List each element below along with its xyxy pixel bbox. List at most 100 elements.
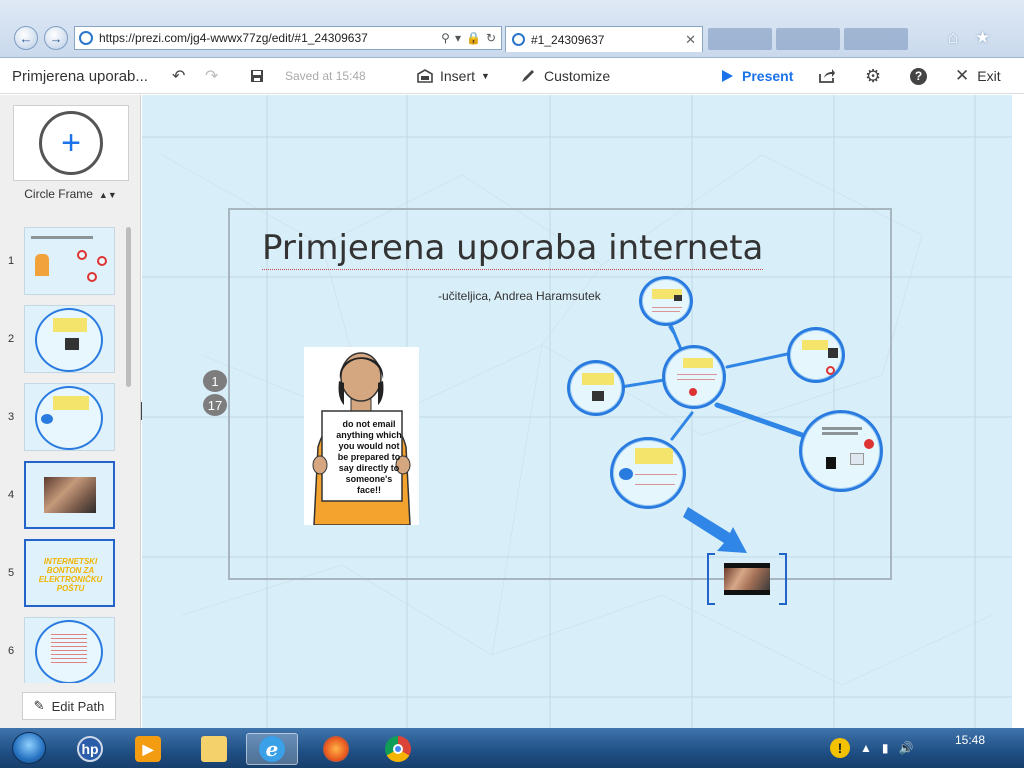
back-arrow-icon: ← xyxy=(19,30,33,46)
central-topic-circle[interactable] xyxy=(662,345,726,409)
system-tray: ! ▲ ▮ 🔊 xyxy=(830,728,1024,768)
frame-type-selector[interactable]: Circle Frame ▲▼ xyxy=(0,187,141,201)
edit-path-button[interactable]: ✎ Edit Path xyxy=(22,692,116,720)
undo-icon: ↶ xyxy=(172,68,186,85)
frame-thumbnail[interactable]: 2 xyxy=(0,305,125,375)
tab-favicon-icon xyxy=(512,33,525,46)
save-disk-icon xyxy=(251,70,263,82)
taskbar-clock[interactable]: 15:48 xyxy=(955,733,985,747)
taskbar-hp-app[interactable]: hp xyxy=(64,733,116,765)
edit-path-label: Edit Path xyxy=(51,698,105,714)
share-button[interactable] xyxy=(818,58,836,94)
chevron-down-icon: ▼ xyxy=(481,71,490,81)
frame-thumbnail[interactable]: 3 xyxy=(0,383,125,453)
presentation-title[interactable]: Primjerena uporab... xyxy=(12,58,148,94)
show-hidden-icons-icon[interactable]: ▲ xyxy=(860,741,872,755)
pencil-icon: ✎ xyxy=(33,698,45,713)
taskbar-internet-explorer[interactable]: e xyxy=(246,733,298,765)
up-down-arrows-icon: ▲▼ xyxy=(98,190,117,200)
hp-icon: hp xyxy=(77,736,103,762)
windows-taskbar: hp ▶ e ! ▲ ▮ 🔊 15:48 xyxy=(0,728,1024,768)
add-frame-button[interactable]: + xyxy=(13,105,129,181)
topic-circle[interactable] xyxy=(787,327,845,383)
thumbnail-preview: INTERNETSKI BONTON ZA ELEKTRONIČKU POŠTU xyxy=(24,539,115,607)
topic-circle[interactable] xyxy=(567,360,625,416)
taskbar-firefox[interactable] xyxy=(310,733,362,765)
insert-icon xyxy=(417,69,433,83)
thumbnail-preview xyxy=(24,461,115,529)
close-tab-icon[interactable]: ✕ xyxy=(685,32,696,48)
exit-button[interactable]: ✕ Exit xyxy=(955,58,1001,94)
search-icon[interactable]: ⚲ xyxy=(441,31,450,45)
frame-thumbnail[interactable]: 5 INTERNETSKI BONTON ZA ELEKTRONIČKU POŠ… xyxy=(0,539,125,609)
thumbnail-scrollbar[interactable] xyxy=(126,227,131,387)
insert-label: Insert xyxy=(440,68,476,84)
dropdown-icon[interactable]: ▾ xyxy=(455,31,461,45)
firefox-icon xyxy=(323,736,349,762)
gear-icon: ⚙ xyxy=(865,65,882,86)
frame-thumbnail[interactable]: 4 xyxy=(0,461,125,531)
start-button[interactable] xyxy=(12,732,46,764)
taskbar-chrome[interactable] xyxy=(372,733,424,765)
play-icon xyxy=(722,70,733,82)
frame-number: 6 xyxy=(8,645,15,657)
media-player-icon: ▶ xyxy=(135,736,161,762)
frames-sidebar: + Circle Frame ▲▼ 1 2 3 4 5 INTERNETSKI … xyxy=(0,95,141,728)
forward-button[interactable]: → xyxy=(44,26,68,50)
back-button[interactable]: ← xyxy=(14,26,38,50)
prezi-canvas[interactable]: Primjerena uporaba interneta -učiteljica… xyxy=(142,95,1012,728)
redo-icon: ↷ xyxy=(205,68,219,85)
insert-menu[interactable]: Insert ▼ xyxy=(416,58,490,94)
redo-button[interactable]: ↷ xyxy=(205,58,218,94)
video-frame[interactable] xyxy=(707,553,787,605)
taskbar-media-player[interactable]: ▶ xyxy=(122,733,174,765)
frame-number: 5 xyxy=(8,567,15,579)
thumbnail-preview xyxy=(24,383,115,451)
present-label: Present xyxy=(742,68,794,84)
favorites-star-icon[interactable]: ★ xyxy=(975,28,990,48)
home-icon[interactable]: ⌂ xyxy=(948,28,958,48)
network-icon[interactable]: ▮ xyxy=(882,741,889,755)
frame-type-label: Circle Frame xyxy=(24,187,93,201)
settings-button[interactable]: ⚙ xyxy=(865,58,881,94)
close-icon: ✕ xyxy=(955,66,970,85)
present-button[interactable]: Present xyxy=(720,58,793,94)
frame-thumbnail-list: 1 2 3 4 5 INTERNETSKI BONTON ZA ELEKTRON… xyxy=(0,223,141,683)
thumbnail-preview xyxy=(24,305,115,373)
browser-tab[interactable]: #1_24309637 ✕ xyxy=(505,26,703,52)
url-text[interactable]: https://prezi.com/jg4-wwwx77zg/edit/#1_2… xyxy=(99,31,441,45)
thumbnail-preview xyxy=(24,227,115,295)
other-tabs[interactable] xyxy=(708,28,908,50)
topic-circle[interactable] xyxy=(799,410,883,492)
action-center-warning-icon[interactable]: ! xyxy=(830,738,850,758)
folder-icon xyxy=(201,736,227,762)
saved-status: Saved at 15:48 xyxy=(285,69,366,83)
address-bar[interactable]: https://prezi.com/jg4-wwwx77zg/edit/#1_2… xyxy=(74,26,502,50)
save-button[interactable] xyxy=(250,58,264,94)
undo-button[interactable]: ↶ xyxy=(172,58,185,94)
frame-thumbnail[interactable]: 1 xyxy=(0,227,125,297)
frame-thumbnail[interactable]: 6 xyxy=(0,617,125,683)
topic-circle[interactable] xyxy=(639,276,693,326)
site-favicon-icon xyxy=(79,31,93,45)
forward-arrow-icon: → xyxy=(49,30,63,46)
lock-icon[interactable]: 🔒 xyxy=(466,31,481,45)
video-thumbnail xyxy=(724,563,770,595)
customize-button[interactable]: Customize xyxy=(520,58,610,94)
editor-toolbar: Primjerena uporab... ↶ ↷ Saved at 15:48 … xyxy=(0,58,1024,94)
help-button[interactable]: ? xyxy=(910,58,927,94)
brush-icon xyxy=(522,70,534,82)
mindmap-connectors xyxy=(619,321,805,553)
thumbnail-text: INTERNETSKI BONTON ZA ELEKTRONIČKU POŠTU xyxy=(38,557,103,593)
thumbnail-preview xyxy=(24,617,115,683)
internet-explorer-icon: e xyxy=(259,736,285,762)
topic-circle[interactable] xyxy=(610,437,686,509)
frame-number: 3 xyxy=(8,411,15,423)
chrome-icon xyxy=(385,736,411,762)
browser-chrome: ← → https://prezi.com/jg4-wwwx77zg/edit/… xyxy=(0,0,1024,58)
taskbar-file-explorer[interactable] xyxy=(188,733,240,765)
tab-title: #1_24309637 xyxy=(531,32,605,47)
refresh-icon[interactable]: ↻ xyxy=(486,31,496,45)
volume-icon[interactable]: 🔊 xyxy=(899,741,914,755)
exit-label: Exit xyxy=(977,68,1001,84)
